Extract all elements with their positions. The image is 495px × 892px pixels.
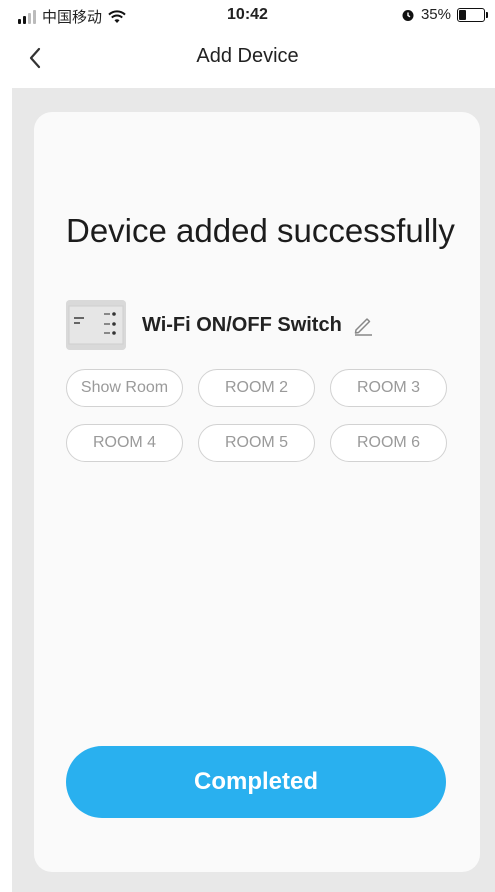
alarm-icon: [402, 9, 414, 21]
room-list: Show Room ROOM 2 ROOM 3 ROOM 4 ROOM 5 RO…: [66, 369, 447, 462]
completed-button[interactable]: Completed: [66, 746, 446, 818]
room-chip-room-5[interactable]: ROOM 5: [198, 424, 315, 462]
success-title: Device added successfully: [66, 212, 455, 249]
page-title: Add Device: [196, 45, 299, 67]
room-chip-room-2[interactable]: ROOM 2: [198, 369, 315, 407]
switch-device-icon: [66, 300, 126, 350]
pencil-icon[interactable]: [352, 314, 374, 336]
battery-icon: [457, 7, 488, 22]
room-chip-show-room[interactable]: Show Room: [66, 369, 183, 407]
room-chip-room-6[interactable]: ROOM 6: [330, 424, 447, 462]
status-right: 35%: [401, 6, 488, 23]
status-bar: 中国移动 10:42 35%: [0, 0, 495, 34]
device-row: Wi-Fi ON/OFF Switch: [66, 300, 374, 350]
battery-fill: [459, 9, 467, 20]
device-name: Wi-Fi ON/OFF Switch: [142, 313, 342, 336]
device-image: [66, 300, 126, 350]
room-chip-room-3[interactable]: ROOM 3: [330, 369, 447, 407]
battery-percent: 35%: [420, 6, 451, 23]
nav-bar: Add Device: [0, 34, 495, 84]
room-chip-room-4[interactable]: ROOM 4: [66, 424, 183, 462]
